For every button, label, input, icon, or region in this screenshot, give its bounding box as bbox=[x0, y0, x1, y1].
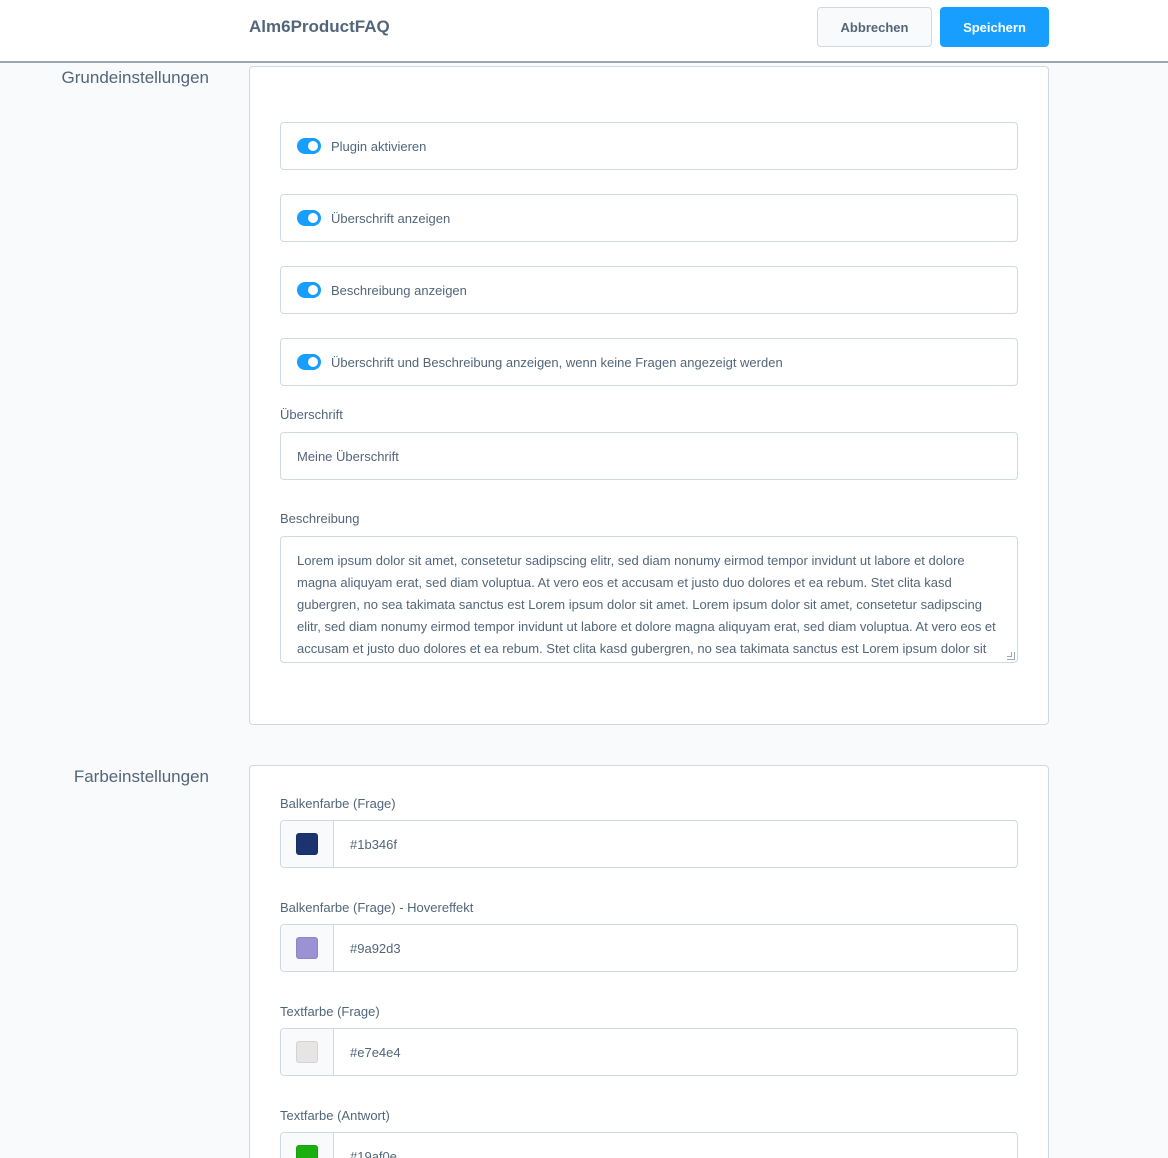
switch-label: Überschrift anzeigen bbox=[331, 210, 451, 226]
app-title: Alm6ProductFAQ bbox=[249, 17, 390, 36]
switch-label: Plugin aktivieren bbox=[331, 138, 427, 154]
top-bar: Alm6ProductFAQ Abbrechen Speichern bbox=[0, 0, 1168, 63]
cancel-button[interactable]: Abbrechen bbox=[817, 7, 932, 47]
section-title-colors: Farbeinstellungen bbox=[73, 767, 209, 786]
color-input-bar-hover[interactable]: #9a92d3 bbox=[280, 924, 1018, 972]
switch-label: Überschrift und Beschreibung anzeigen, w… bbox=[331, 354, 783, 370]
color-field-label: Balkenfarbe (Frage) bbox=[280, 796, 396, 811]
basic-settings-card: Plugin aktivieren Überschrift anzeigen B… bbox=[249, 66, 1049, 725]
switch-show-when-no-questions[interactable]: Überschrift und Beschreibung anzeigen, w… bbox=[280, 338, 1018, 386]
toggle-switch[interactable] bbox=[297, 354, 321, 370]
color-input-text-question[interactable]: #e7e4e4 bbox=[280, 1028, 1018, 1076]
toggle-switch[interactable] bbox=[297, 138, 321, 154]
color-field-label: Textfarbe (Antwort) bbox=[280, 1108, 390, 1123]
switch-label: Beschreibung anzeigen bbox=[331, 282, 467, 298]
color-value: #9a92d3 bbox=[350, 940, 401, 956]
color-picker-trigger[interactable] bbox=[281, 1029, 334, 1075]
color-swatch bbox=[296, 1041, 318, 1063]
toggle-switch[interactable] bbox=[297, 282, 321, 298]
description-textarea[interactable]: Lorem ipsum dolor sit amet, consetetur s… bbox=[280, 536, 1018, 663]
color-value: #e7e4e4 bbox=[350, 1044, 401, 1060]
section-title-basic: Grundeinstellungen bbox=[61, 68, 209, 87]
color-swatch bbox=[296, 1145, 318, 1158]
color-swatch bbox=[296, 937, 318, 959]
color-field-label: Textfarbe (Frage) bbox=[280, 1004, 380, 1019]
color-input-text-answer[interactable]: #19af0e bbox=[280, 1132, 1018, 1158]
color-field-label: Balkenfarbe (Frage) - Hovereffekt bbox=[280, 900, 474, 915]
color-input-bar-question[interactable]: #1b346f bbox=[280, 820, 1018, 868]
color-value: #19af0e bbox=[350, 1148, 397, 1158]
toggle-switch[interactable] bbox=[297, 210, 321, 226]
heading-input[interactable]: Meine Überschrift bbox=[280, 432, 1018, 480]
switch-plugin-active[interactable]: Plugin aktivieren bbox=[280, 122, 1018, 170]
color-picker-trigger[interactable] bbox=[281, 1133, 334, 1158]
color-picker-trigger[interactable] bbox=[281, 821, 334, 867]
switch-show-description[interactable]: Beschreibung anzeigen bbox=[280, 266, 1018, 314]
color-settings-card: Balkenfarbe (Frage) #1b346f Balkenfarbe … bbox=[249, 765, 1049, 1158]
color-picker-trigger[interactable] bbox=[281, 925, 334, 971]
heading-label: Überschrift bbox=[280, 407, 343, 422]
save-button[interactable]: Speichern bbox=[940, 7, 1049, 47]
color-swatch bbox=[296, 833, 318, 855]
description-label: Beschreibung bbox=[280, 511, 360, 526]
resize-handle-icon[interactable] bbox=[1007, 652, 1015, 660]
switch-show-heading[interactable]: Überschrift anzeigen bbox=[280, 194, 1018, 242]
color-value: #1b346f bbox=[350, 836, 397, 852]
description-text: Lorem ipsum dolor sit amet, consetetur s… bbox=[297, 553, 996, 656]
